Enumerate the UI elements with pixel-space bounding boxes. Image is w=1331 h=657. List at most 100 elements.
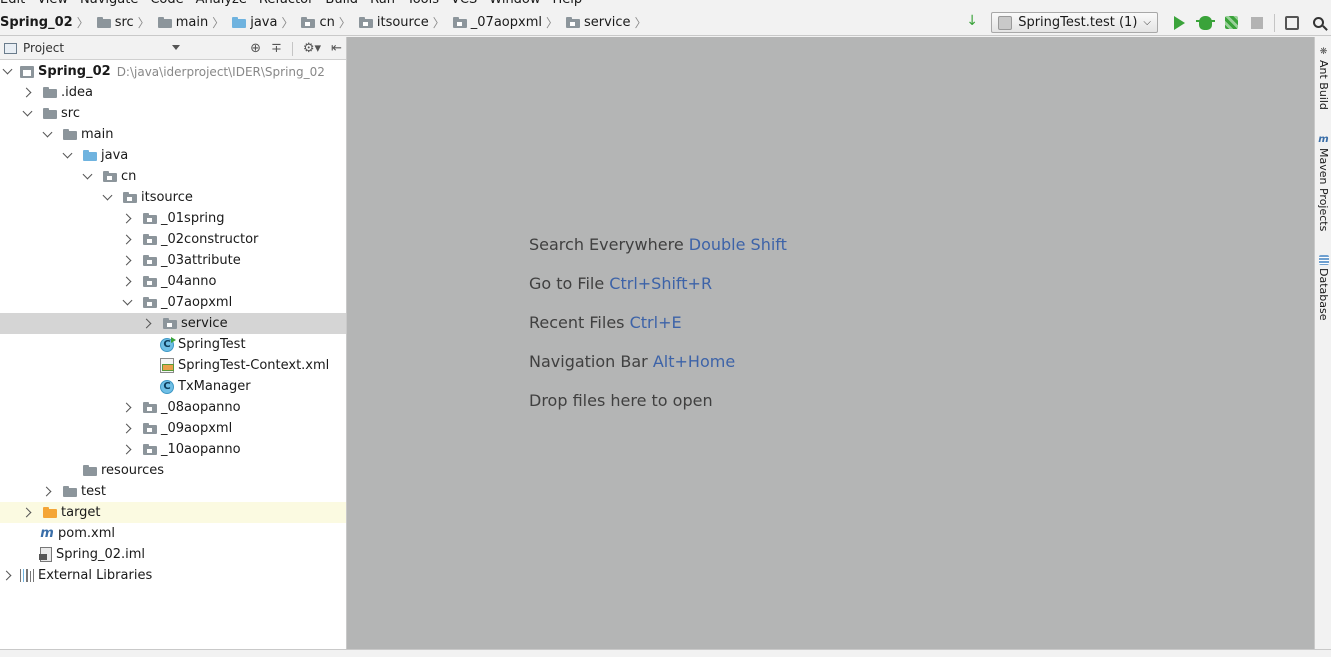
hint-shortcut: Double Shift	[688, 235, 787, 254]
coverage-button[interactable]	[1218, 11, 1244, 35]
gear-icon[interactable]: ⚙▾	[303, 41, 321, 56]
tree-item-test[interactable]: test	[0, 481, 346, 502]
collapsed-arrow-icon[interactable]	[20, 506, 34, 520]
excluded-folder-icon	[40, 507, 57, 518]
menu-window[interactable]: Window	[489, 0, 540, 8]
tree-item-10aopanno[interactable]: _10aopanno	[0, 439, 346, 460]
collapse-all-icon[interactable]: ∓	[271, 41, 282, 56]
tree-item-itsource[interactable]: itsource	[0, 187, 346, 208]
collapsed-arrow-icon[interactable]	[20, 86, 34, 100]
menu-navigate[interactable]: Navigate	[80, 0, 138, 8]
hide-panel-icon[interactable]: ⇤	[331, 41, 342, 56]
tree-item-label: _07aopxml	[161, 295, 233, 310]
tool-tab-ant-build[interactable]: ❋ Ant Build	[1315, 47, 1331, 110]
tree-item-pom-xml[interactable]: m pom.xml	[0, 523, 346, 544]
project-structure-icon	[1285, 15, 1299, 30]
stop-button[interactable]	[1244, 11, 1270, 35]
tree-item-07aopxml[interactable]: _07aopxml	[0, 292, 346, 313]
tool-tab-maven-projects[interactable]: m Maven Projects	[1315, 135, 1331, 232]
collapsed-arrow-icon[interactable]	[120, 254, 134, 268]
collapsed-arrow-icon[interactable]	[40, 485, 54, 499]
tree-item-cn[interactable]: cn	[0, 166, 346, 187]
expanded-arrow-icon[interactable]	[80, 170, 94, 184]
tree-item-09aopxml[interactable]: _09aopxml	[0, 418, 346, 439]
collapsed-arrow-icon[interactable]	[140, 317, 154, 331]
menu-edit[interactable]: Edit	[0, 0, 25, 8]
spring-xml-icon	[160, 358, 174, 373]
search-icon	[1312, 17, 1324, 28]
tree-item-txmanager[interactable]: C TxManager	[0, 376, 346, 397]
tool-tab-label: Ant Build	[1317, 60, 1330, 110]
menu-view[interactable]: View	[37, 0, 68, 8]
tree-item-03attribute[interactable]: _03attribute	[0, 250, 346, 271]
tree-item-target[interactable]: target	[0, 502, 346, 523]
tree-item-label: test	[81, 484, 106, 499]
tree-item-service[interactable]: service	[0, 313, 346, 334]
menu-analyze[interactable]: Analyze	[196, 0, 247, 8]
breadcrumb-separator-icon: 〉	[338, 15, 351, 30]
breadcrumb-07aopxml[interactable]: _07aopxml 〉	[450, 9, 563, 35]
tree-item-main[interactable]: main	[0, 124, 346, 145]
breadcrumb-service[interactable]: service 〉	[563, 9, 652, 35]
run-button[interactable]	[1166, 11, 1192, 35]
expanded-arrow-icon[interactable]	[0, 65, 14, 79]
build-sort-icon[interactable]	[959, 11, 985, 35]
tree-item-java[interactable]: java	[0, 145, 346, 166]
menu-build[interactable]: Build	[325, 0, 358, 8]
right-tool-strip: ❋ Ant Build m Maven Projects Database	[1314, 37, 1331, 649]
menu-tools[interactable]: Tools	[407, 0, 439, 8]
tree-item-src[interactable]: src	[0, 103, 346, 124]
tree-item-springtest-context-xml[interactable]: SpringTest-Context.xml	[0, 355, 346, 376]
tree-item-spring-02[interactable]: Spring_02 D:\java\iderproject\IDER\Spring…	[0, 61, 346, 82]
expanded-arrow-icon[interactable]	[120, 296, 134, 310]
menu-refactor[interactable]: Refactor	[259, 0, 314, 8]
package-icon	[100, 171, 117, 182]
scroll-from-source-icon[interactable]: ⊕	[250, 41, 261, 56]
breadcrumb-main[interactable]: main 〉	[155, 9, 230, 35]
folder-icon	[60, 129, 77, 140]
tree-item-02constructor[interactable]: _02constructor	[0, 229, 346, 250]
collapsed-arrow-icon[interactable]	[120, 401, 134, 415]
view-dropdown-icon[interactable]	[172, 45, 180, 50]
expanded-arrow-icon[interactable]	[40, 128, 54, 142]
menu-code[interactable]: Code	[150, 0, 183, 8]
tree-item-01spring[interactable]: _01spring	[0, 208, 346, 229]
breadcrumb-cn[interactable]: cn 〉	[298, 9, 355, 35]
tool-tab-label: Database	[1317, 268, 1330, 321]
tree-item-idea[interactable]: .idea	[0, 82, 346, 103]
menu-vcs[interactable]: VCS	[451, 0, 477, 8]
hint-text: Recent Files	[529, 313, 625, 332]
run-configuration-dropdown[interactable]: SpringTest.test (1) ⌵	[991, 12, 1158, 33]
breadcrumb-itsource[interactable]: itsource 〉	[356, 9, 450, 35]
tree-item-external-libraries[interactable]: External Libraries	[0, 565, 346, 586]
menu-help[interactable]: Help	[553, 0, 583, 8]
project-structure-button[interactable]	[1279, 11, 1305, 35]
tree-item-04anno[interactable]: _04anno	[0, 271, 346, 292]
search-button[interactable]	[1305, 11, 1331, 35]
collapsed-arrow-icon[interactable]	[120, 422, 134, 436]
breadcrumb-spring_02[interactable]: Spring_02 〉	[0, 9, 94, 35]
tree-item-springtest[interactable]: C SpringTest	[0, 334, 346, 355]
expanded-arrow-icon[interactable]	[20, 107, 34, 121]
tree-item-spring-02-iml[interactable]: Spring_02.iml	[0, 544, 346, 565]
ant-icon: ❋	[1319, 47, 1328, 57]
collapsed-arrow-icon[interactable]	[0, 569, 14, 583]
breadcrumb-java[interactable]: java 〉	[229, 9, 298, 35]
breadcrumb-src[interactable]: src 〉	[94, 9, 155, 35]
editor-hint: Go to File Ctrl+Shift+R	[529, 274, 787, 313]
expanded-arrow-icon[interactable]	[60, 149, 74, 163]
tree-item-resources[interactable]: resources	[0, 460, 346, 481]
breadcrumb-label: service	[583, 14, 631, 30]
expanded-arrow-icon[interactable]	[100, 191, 114, 205]
collapsed-arrow-icon[interactable]	[120, 212, 134, 226]
tree-item-08aopanno[interactable]: _08aopanno	[0, 397, 346, 418]
collapsed-arrow-icon[interactable]	[120, 275, 134, 289]
editor-empty-area[interactable]: Search Everywhere Double Shift Go to File…	[347, 37, 1314, 649]
tool-tab-database[interactable]: Database	[1315, 255, 1331, 321]
tree-item-label: target	[61, 505, 101, 520]
collapsed-arrow-icon[interactable]	[120, 233, 134, 247]
project-panel-title[interactable]: Project	[23, 41, 64, 55]
menu-run[interactable]: Run	[370, 0, 395, 8]
debug-button[interactable]	[1192, 11, 1218, 35]
collapsed-arrow-icon[interactable]	[120, 443, 134, 457]
